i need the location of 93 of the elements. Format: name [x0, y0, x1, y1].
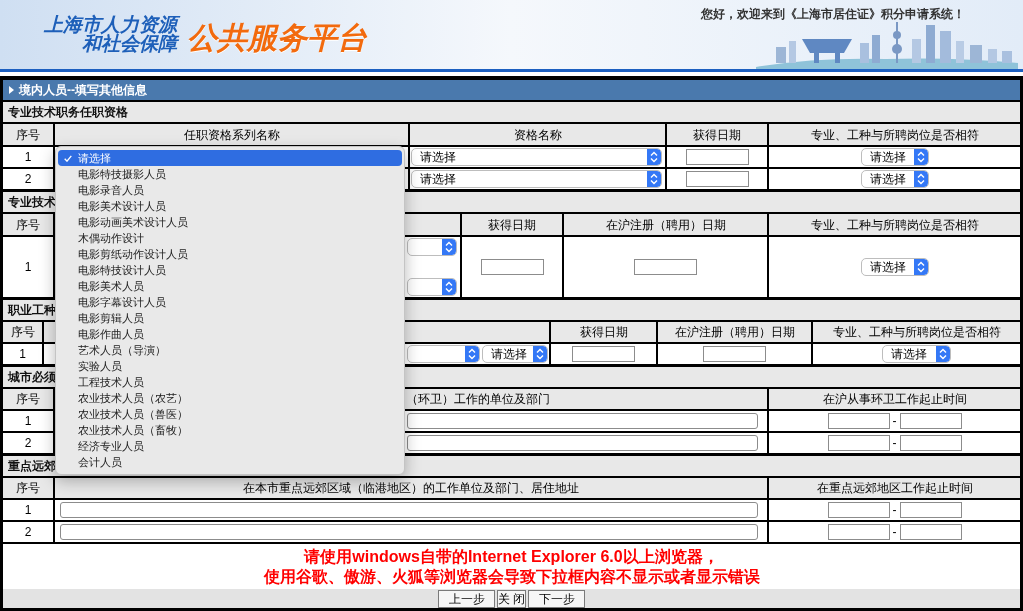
- range-separator: -: [891, 437, 898, 449]
- column-header: 专业、工种与所聘岗位是否相符: [769, 214, 1020, 235]
- date-field[interactable]: [572, 346, 635, 362]
- warning-text: 使用谷歌、傲游、火狐等浏览器会导致下拉框内容不显示或者显示错误: [263, 566, 760, 587]
- row-number: 2: [3, 433, 53, 453]
- text-field[interactable]: [407, 413, 758, 429]
- date-field[interactable]: [634, 259, 697, 275]
- date-field[interactable]: [899, 502, 962, 518]
- dropdown-option[interactable]: 会计人员: [58, 454, 402, 470]
- date-field[interactable]: [827, 413, 890, 429]
- column-header: 在沪注册（聘用）日期: [658, 322, 811, 342]
- date-field[interactable]: [899, 524, 962, 540]
- greeting-text: 您好，欢迎来到《上海市居住证》积分申请系统！: [701, 7, 965, 21]
- dropdown-option[interactable]: 木偶动作设计: [58, 230, 402, 246]
- date-field[interactable]: [703, 346, 766, 362]
- date-field[interactable]: [899, 435, 962, 451]
- panel-title: 境内人员--填写其他信息: [19, 84, 147, 96]
- column-header: 在沪注册（聘用）日期: [564, 214, 767, 235]
- dropdown-option[interactable]: 电影字幕设计人员: [58, 294, 402, 310]
- column-header: 在本市重点远郊区域（临港地区）的工作单位及部门、居住地址: [55, 478, 767, 498]
- column-header: 专业、工种与所聘岗位是否相符: [813, 322, 1020, 342]
- column-header: 序号: [3, 124, 53, 145]
- updown-arrows-icon: [913, 259, 928, 275]
- dropdown-option[interactable]: 电影剪纸动作设计人员: [58, 246, 402, 262]
- section-title: 专业技术职务任职资格: [8, 106, 128, 118]
- section-title: 城市必须: [8, 371, 56, 383]
- dropdown-option[interactable]: 电影动画美术设计人员: [58, 214, 402, 230]
- dropdown-option[interactable]: 电影美术设计人员: [58, 198, 402, 214]
- dropdown-select[interactable]: 请选择: [411, 170, 662, 188]
- triangle-icon: [9, 86, 14, 94]
- dropdown-option[interactable]: 电影作曲人员: [58, 326, 402, 342]
- text-field[interactable]: [60, 502, 758, 518]
- range-separator: -: [891, 504, 898, 516]
- dropdown-option[interactable]: 工程技术人员: [58, 374, 402, 390]
- dropdown-option[interactable]: 实验人员: [58, 358, 402, 374]
- column-header: 在重点远郊地区工作起止时间: [769, 478, 1020, 498]
- dropdown-select[interactable]: 请选择: [860, 170, 929, 188]
- date-field[interactable]: [685, 171, 749, 187]
- date-field[interactable]: [685, 149, 749, 165]
- column-header: 序号: [3, 389, 53, 409]
- column-header: 任职资格系列名称: [55, 124, 408, 145]
- dropdown-option[interactable]: 请选择: [58, 150, 402, 166]
- previous-button[interactable]: 上一步: [438, 589, 495, 608]
- section-title: 专业技术: [8, 196, 56, 208]
- column-header: 在沪从事环卫工作起止时间: [769, 389, 1020, 409]
- row-number: 1: [3, 344, 42, 364]
- dropdown-select[interactable]: [407, 238, 457, 256]
- date-field[interactable]: [827, 502, 890, 518]
- date-field[interactable]: [827, 524, 890, 540]
- dropdown-select[interactable]: 请选择: [860, 258, 929, 276]
- text-field[interactable]: [60, 524, 758, 540]
- date-field[interactable]: [480, 259, 544, 275]
- platform-title: 公共服务平台: [187, 22, 367, 54]
- dropdown-select[interactable]: 请选择: [411, 148, 662, 166]
- date-field[interactable]: [899, 413, 962, 429]
- column-header: 序号: [3, 214, 53, 235]
- column-header: 序号: [3, 478, 53, 498]
- column-header: 资格名称: [410, 124, 665, 145]
- range-separator: -: [891, 415, 898, 427]
- dropdown-select[interactable]: [407, 345, 480, 363]
- checkmark-icon: [64, 154, 72, 162]
- next-button[interactable]: 下一步: [528, 589, 585, 608]
- dropdown-select[interactable]: 请选择: [482, 345, 548, 363]
- text-field[interactable]: [407, 435, 758, 451]
- warning-text: 请使用windows自带的Internet Explorer 6.0以上浏览器，: [304, 546, 719, 567]
- section-title: 职业工种: [8, 304, 56, 316]
- column-header: 序号: [3, 322, 42, 342]
- column-header: 获得日期: [462, 214, 562, 235]
- dropdown-option[interactable]: 艺术人员（导演）: [58, 342, 402, 358]
- row-number: 1: [3, 500, 53, 520]
- row-number: 2: [3, 169, 53, 189]
- row-number: 2: [3, 522, 53, 542]
- column-header: 获得日期: [551, 322, 656, 342]
- column-header: 专业、工种与所聘岗位是否相符: [769, 124, 1020, 145]
- range-separator: -: [891, 526, 898, 538]
- dropdown-option[interactable]: 农业技术人员（畜牧）: [58, 422, 402, 438]
- dropdown-select[interactable]: [407, 278, 457, 296]
- dropdown-option[interactable]: 农业技术人员（兽医）: [58, 406, 402, 422]
- row-number: 1: [3, 411, 53, 431]
- dropdown-option[interactable]: 电影录音人员: [58, 182, 402, 198]
- dropdown-select[interactable]: 请选择: [860, 148, 929, 166]
- close-button[interactable]: 关 闭: [497, 589, 526, 608]
- dropdown-option[interactable]: 电影特技设计人员: [58, 262, 402, 278]
- column-header: 获得日期: [667, 124, 767, 145]
- row-number: 1: [3, 147, 53, 167]
- dropdown-option[interactable]: 电影特技摄影人员: [58, 166, 402, 182]
- row-number: 1: [3, 237, 53, 297]
- dropdown-option[interactable]: 农业技术人员（农艺）: [58, 390, 402, 406]
- dropdown-option[interactable]: 电影美术人员: [58, 278, 402, 294]
- date-field[interactable]: [827, 435, 890, 451]
- section-title: 重点远郊: [8, 460, 56, 472]
- dropdown-select[interactable]: 请选择: [882, 345, 951, 363]
- dropdown-option[interactable]: 电影剪辑人员: [58, 310, 402, 326]
